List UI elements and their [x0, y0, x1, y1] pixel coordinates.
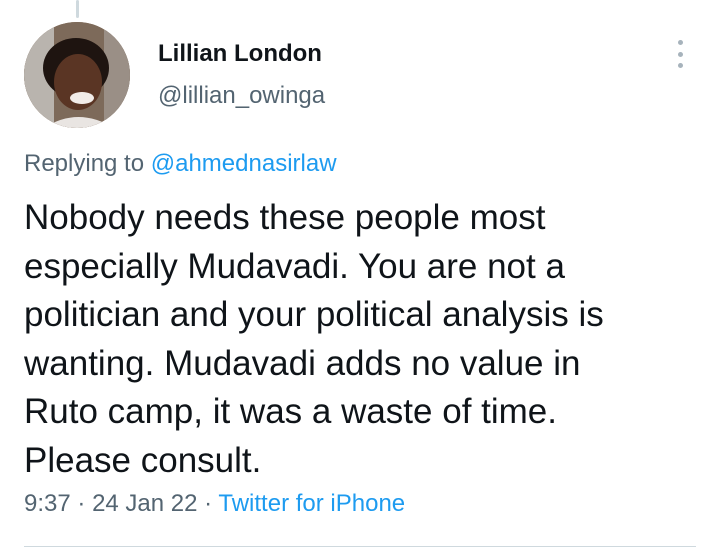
tweet-date[interactable]: 24 Jan 22	[92, 490, 197, 517]
reply-mention-link[interactable]: @ahmednasirlaw	[151, 150, 337, 177]
profile-photo-icon	[24, 22, 130, 128]
tweet-source-link[interactable]: Twitter for iPhone	[218, 490, 405, 517]
tweet-text: Nobody needs these people most especiall…	[24, 194, 704, 485]
dot	[677, 40, 683, 45]
dot	[677, 63, 683, 68]
divider	[24, 546, 696, 547]
tweet-text-line: wanting. Mudavadi adds no value in	[24, 343, 581, 383]
meta-separator: ·	[204, 490, 213, 517]
dot	[677, 51, 683, 57]
avatar[interactable]	[24, 22, 130, 128]
author-display-name[interactable]: Lillian London	[158, 40, 322, 68]
tweet-text-line: politician and your political analysis i…	[24, 295, 604, 334]
thread-connector-line	[76, 0, 79, 18]
tweet-text-line: Please consult.	[24, 440, 262, 480]
tweet-text-line: Nobody needs these people most	[24, 198, 546, 237]
tweet-text-line: Ruto camp, it was a waste of time.	[24, 392, 557, 431]
tweet-time[interactable]: 9:37	[24, 490, 71, 517]
replying-to: Replying to @ahmednasirlaw	[24, 150, 337, 178]
tweet-meta: 9:37 · 24 Jan 22 · Twitter for iPhone	[24, 490, 405, 518]
replying-to-label: Replying to	[24, 150, 145, 177]
tweet-text-line: especially Mudavadi. You are not a	[24, 246, 565, 286]
more-options-icon[interactable]	[664, 36, 696, 72]
tweet-detail: Lillian London @lillian_owinga Replying …	[0, 0, 720, 548]
meta-separator: ·	[77, 490, 86, 517]
author-handle[interactable]: @lillian_owinga	[158, 82, 325, 110]
